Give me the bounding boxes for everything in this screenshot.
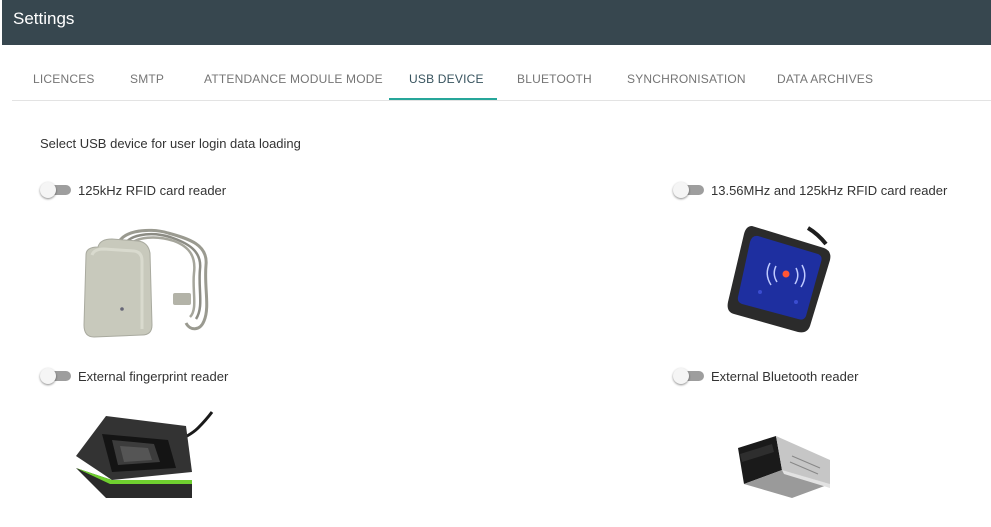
device-option-bluetooth[interactable]: External Bluetooth reader (673, 366, 858, 386)
usb-rfid-reader-image (83, 228, 209, 338)
tab-smtp[interactable]: SMTP (130, 57, 164, 100)
toggle-thumb (673, 368, 689, 384)
device-option-fingerprint[interactable]: External fingerprint reader (40, 366, 228, 386)
tab-attendance-module-mode[interactable]: ATTENDANCE MODULE MODE (204, 57, 383, 100)
toggle-thumb (40, 182, 56, 198)
device-label: External Bluetooth reader (711, 368, 859, 384)
toggle-thumb (40, 368, 56, 384)
tab-data-archives[interactable]: DATA ARCHIVES (777, 57, 873, 100)
toggle-thumb (673, 182, 689, 198)
toggle-125khz-rfid[interactable] (40, 182, 72, 198)
toggle-fingerprint-reader[interactable] (40, 368, 72, 384)
tab-usb-device[interactable]: USB DEVICE (409, 57, 484, 100)
active-tab-indicator (389, 98, 497, 100)
nfc-rfid-reader-image (727, 226, 831, 333)
usb-device-instruction: Select USB device for user login data lo… (40, 136, 301, 151)
toggle-bluetooth-reader[interactable] (673, 368, 705, 384)
app-title-bar: Settings (2, 0, 991, 45)
device-option-125khz-rfid[interactable]: 125kHz RFID card reader (40, 180, 226, 200)
tab-licences[interactable]: LICENCES (33, 57, 95, 100)
page-title: Settings (13, 9, 75, 28)
tab-synchronisation[interactable]: SYNCHRONISATION (627, 57, 746, 100)
fingerprint-scanner-image (76, 411, 214, 498)
toggle-13-56mhz-125khz-rfid[interactable] (673, 182, 705, 198)
device-option-13-56mhz-125khz-rfid[interactable]: 13.56MHz and 125kHz RFID card reader (673, 180, 947, 200)
tab-bluetooth[interactable]: BLUETOOTH (517, 57, 592, 100)
device-label: External fingerprint reader (78, 368, 229, 384)
bluetooth-usb-dongle-image (738, 436, 830, 498)
settings-tabs: LICENCES SMTP ATTENDANCE MODULE MODE USB… (12, 57, 991, 101)
device-label: 125kHz RFID card reader (78, 182, 227, 198)
device-label: 13.56MHz and 125kHz RFID card reader (711, 182, 948, 198)
